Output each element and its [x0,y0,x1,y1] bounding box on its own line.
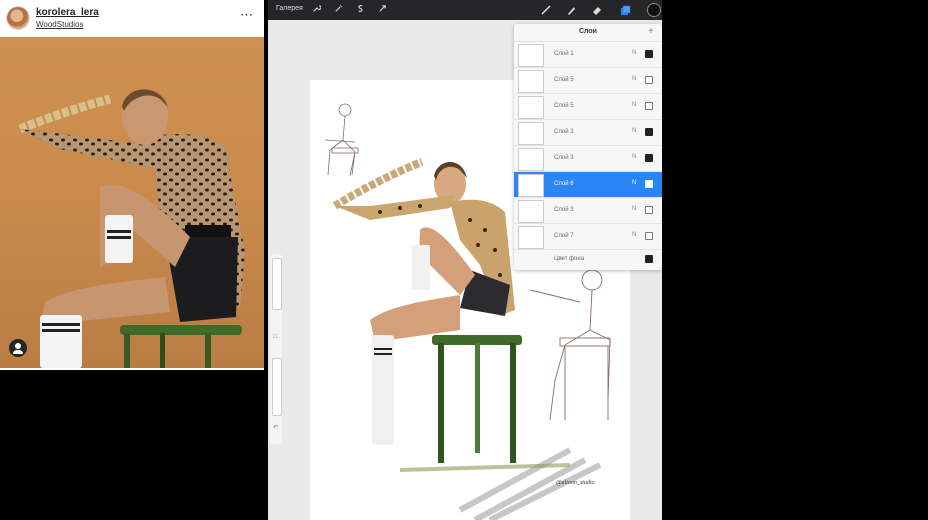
blend-mode-button[interactable]: N [632,50,636,56]
layer-thumbnail [518,226,544,249]
layer-thumbnail [518,200,544,223]
layer-name: Слой 3 [554,129,574,135]
layer-row[interactable]: Слой 1 N [514,41,662,68]
tagged-user-icon[interactable] [9,339,27,357]
visibility-checkbox[interactable] [645,50,653,58]
post-header: korolera_lera WoodStudios ⋯ [0,0,264,37]
visibility-checkbox[interactable] [645,76,653,84]
location-link[interactable]: WoodStudios [36,20,83,29]
layer-row[interactable]: Слой 7 N [514,223,662,250]
layer-thumbnail [518,122,544,145]
modify-button-icon[interactable]: □ [273,334,277,340]
color-picker-icon[interactable] [647,3,661,17]
layer-row[interactable]: Слой 5 N [514,93,662,120]
eraser-icon[interactable] [591,3,603,15]
layer-row[interactable]: Слой 3 N [514,119,662,146]
more-options-icon[interactable]: ⋯ [240,7,254,23]
visibility-checkbox[interactable] [645,232,653,240]
background-color-layer[interactable]: Цвет фона [514,249,662,270]
opacity-slider[interactable] [272,358,282,416]
instagram-post: korolera_lera WoodStudios ⋯ [0,0,264,370]
transform-icon[interactable] [378,4,387,15]
top-toolbar: Галерея [268,0,662,20]
visibility-checkbox[interactable] [645,154,653,162]
layer-name: Слой 3 [554,207,574,213]
layer-thumbnail [518,96,544,119]
layers-icon[interactable] [619,3,631,15]
visibility-checkbox[interactable] [645,128,653,136]
blend-mode-button[interactable]: N [632,128,636,134]
layer-row[interactable]: Слой 5 N [514,67,662,94]
post-photo [0,37,264,368]
layers-panel: Слои + Слой 1 N Слой 5 N Слой 5 N Слой 3… [514,24,662,270]
layer-name: Слой 5 [554,77,574,83]
artist-signature: @alionn_studio [556,480,595,486]
smudge-icon[interactable] [565,3,577,15]
layer-thumbnail [518,148,544,171]
visibility-checkbox[interactable] [645,180,653,188]
layer-thumbnail [518,70,544,93]
visibility-checkbox[interactable] [645,255,653,263]
layer-name: Слой 1 [554,51,574,57]
layer-row[interactable]: Слой 3 N [514,197,662,224]
model-photo-illustration [18,89,245,368]
layer-name: Слой 7 [554,233,574,239]
brush-size-slider[interactable] [272,258,282,310]
blend-mode-button[interactable]: N [632,180,636,186]
layer-name: Цвет фона [554,256,585,262]
blend-mode-button[interactable]: N [632,232,636,238]
layer-row-selected[interactable]: Слой 6 N [514,171,662,198]
layer-thumbnail [518,44,544,67]
username-link[interactable]: korolera_lera [36,7,99,18]
avatar[interactable] [6,6,30,30]
brush-icon[interactable] [540,3,552,15]
visibility-checkbox[interactable] [645,206,653,214]
left-sidebar: □ ↶ [270,254,282,444]
layer-row[interactable]: Слой 3 N [514,145,662,172]
visibility-checkbox[interactable] [645,102,653,110]
layers-title: Слои [579,28,597,35]
layer-thumbnail [518,174,544,197]
layer-name: Слой 6 [554,181,574,187]
magic-wand-icon[interactable] [334,4,343,15]
layer-name: Слой 3 [554,155,574,161]
layer-name: Слой 5 [554,103,574,109]
blend-mode-button[interactable]: N [632,102,636,108]
gallery-button[interactable]: Галерея [276,5,303,12]
selection-icon[interactable] [356,4,365,15]
blend-mode-button[interactable]: N [632,206,636,212]
undo-icon[interactable]: ↶ [273,424,278,431]
blend-mode-button[interactable]: N [632,154,636,160]
wrench-icon[interactable] [312,4,322,15]
blend-mode-button[interactable]: N [632,76,636,82]
add-layer-icon[interactable]: + [648,26,654,37]
